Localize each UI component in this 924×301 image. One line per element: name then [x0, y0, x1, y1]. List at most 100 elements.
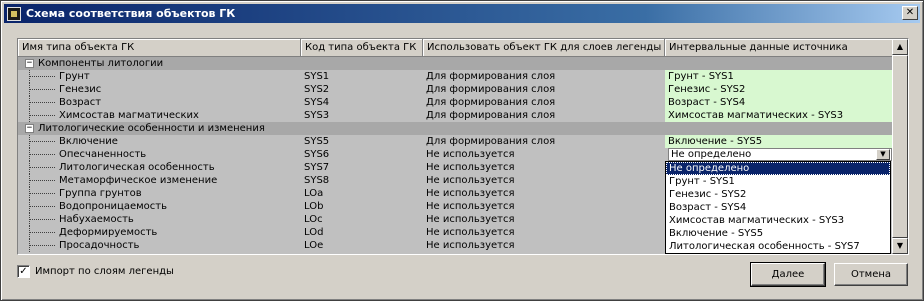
chevron-down-icon[interactable]: ▼: [876, 149, 890, 160]
table-row[interactable]: Опесчаненность SYS6 Не используется Не опре…: [18, 148, 893, 161]
title-bar[interactable]: Схема соответствия объектов ГК ✕: [4, 4, 920, 23]
object-type-name: Грунт: [59, 71, 90, 82]
name-cell: Деформируемость: [18, 226, 301, 239]
tree-branch: [29, 206, 55, 207]
tree-branch: [29, 141, 55, 142]
legend-usage-cell[interactable]: Для формирования слоя: [423, 135, 665, 148]
group-cell: − Компоненты литологии: [18, 57, 893, 70]
object-type-code: SYS8: [304, 175, 330, 186]
name-cell: Литологическая особенность: [18, 161, 301, 174]
legend-usage-cell[interactable]: Не используется: [423, 161, 665, 174]
vertical-scrollbar[interactable]: ▲ ▼: [892, 39, 908, 254]
legend-usage-cell[interactable]: Для формирования слоя: [423, 70, 665, 83]
object-type-code: LOc: [304, 214, 323, 225]
grid-header: Имя типа объекта ГК Код типа объекта ГК …: [18, 39, 893, 57]
column-header-name[interactable]: Имя типа объекта ГК: [18, 39, 301, 57]
scroll-down-button[interactable]: ▼: [892, 238, 908, 254]
source-data-cell[interactable]: Включение - SYS5: [665, 135, 893, 148]
source-data-cell[interactable]: Химсостав магматических - SYS3: [665, 109, 893, 122]
legend-usage-cell[interactable]: Для формирования слоя: [423, 109, 665, 122]
scroll-thumb[interactable]: [892, 55, 908, 238]
tree-branch: [29, 102, 55, 103]
column-header-source[interactable]: Интервальные данные источника: [665, 39, 893, 57]
name-cell: Возраст: [18, 96, 301, 109]
dialog-window: Схема соответствия объектов ГК ✕ Имя тип…: [0, 0, 924, 301]
name-cell: Просадочность: [18, 239, 301, 252]
object-type-code: SYS5: [304, 136, 330, 147]
legend-usage-cell[interactable]: Не используется: [423, 187, 665, 200]
legend-usage-cell[interactable]: Не используется: [423, 174, 665, 187]
cancel-button[interactable]: Отмена: [834, 263, 908, 286]
tree-branch: [29, 180, 55, 181]
source-data-cell[interactable]: Грунт - SYS1: [665, 70, 893, 83]
dropdown-option[interactable]: Литологическая особенность - SYS7: [666, 240, 890, 253]
name-cell: Группа грунтов: [18, 187, 301, 200]
name-cell: Набухаемость: [18, 213, 301, 226]
object-type-name: Просадочность: [59, 240, 140, 251]
legend-usage-cell[interactable]: Для формирования слоя: [423, 83, 665, 96]
dropdown-option[interactable]: Не определено: [666, 162, 890, 175]
close-icon: ✕: [905, 7, 915, 18]
legend-usage-cell[interactable]: Не используется: [423, 213, 665, 226]
object-type-code: LOb: [304, 201, 324, 212]
object-type-code: LOe: [304, 240, 324, 251]
source-dropdown-list[interactable]: Не определено Грунт - SYS1 Генезис - SYS2 В…: [665, 161, 891, 254]
name-cell: Химсостав магматических: [18, 109, 301, 122]
column-header-code[interactable]: Код типа объекта ГК: [301, 39, 423, 57]
object-type-name: Включение: [59, 136, 118, 147]
object-type-name: Генезис: [59, 84, 102, 95]
close-button[interactable]: ✕: [902, 6, 918, 20]
legend-usage-cell[interactable]: Не используется: [423, 148, 665, 161]
source-data-cell[interactable]: Не определено ▼: [665, 148, 893, 161]
table-row[interactable]: Включение SYS5 Для формирования слоя Включе…: [18, 135, 893, 148]
tree-branch: [29, 245, 55, 246]
legend-usage-cell[interactable]: Не используется: [423, 200, 665, 213]
scroll-down-icon: ▼: [896, 241, 904, 250]
group-label: Литологические особенности и изменения: [38, 123, 265, 134]
legend-usage-cell[interactable]: Не используется: [423, 226, 665, 239]
object-type-name: Группа грунтов: [59, 188, 142, 199]
dropdown-option[interactable]: Возраст - SYS4: [666, 201, 890, 214]
object-type-code: SYS3: [304, 110, 330, 121]
table-row[interactable]: Грунт SYS1 Для формирования слоя Грунт - SY…: [18, 70, 893, 83]
source-data-cell[interactable]: Возраст - SYS4: [665, 96, 893, 109]
dropdown-option[interactable]: Включение - SYS5: [666, 227, 890, 240]
object-type-code: SYS6: [304, 149, 330, 160]
checkbox-box[interactable]: ✓: [17, 265, 30, 278]
object-type-name: Деформируемость: [59, 227, 158, 238]
legend-usage-cell[interactable]: Не используется: [423, 239, 665, 252]
dropdown-option[interactable]: Химсостав магматических - SYS3: [666, 214, 890, 227]
source-combo-box[interactable]: Не определено ▼: [668, 148, 892, 161]
group-row[interactable]: − Литологические особенности и изменения: [18, 122, 893, 135]
object-type-name: Водопроницаемость: [59, 201, 168, 212]
name-cell: Грунт: [18, 70, 301, 83]
column-header-use[interactable]: Использовать объект ГК для слоев легенды: [423, 39, 665, 57]
name-cell: Водопроницаемость: [18, 200, 301, 213]
import-by-legend-checkbox[interactable]: ✓ Импорт по слоям легенды: [17, 265, 174, 278]
dropdown-option[interactable]: Грунт - SYS1: [666, 175, 890, 188]
group-cell: − Литологические особенности и изменения: [18, 122, 893, 135]
tree-branch: [29, 193, 55, 194]
legend-usage-cell[interactable]: Для формирования слоя: [423, 96, 665, 109]
table-row[interactable]: Химсостав магматических SYS3 Для формирова…: [18, 109, 893, 122]
tree-branch: [29, 89, 55, 90]
scroll-up-button[interactable]: ▲: [892, 39, 908, 55]
collapse-toggle-icon[interactable]: −: [25, 124, 34, 133]
table-row[interactable]: Генезис SYS2 Для формирования слоя Генезис …: [18, 83, 893, 96]
group-label: Компоненты литологии: [38, 58, 164, 69]
source-data-cell[interactable]: Генезис - SYS2: [665, 83, 893, 96]
table-row[interactable]: Возраст SYS4 Для формирования слоя Возраст …: [18, 96, 893, 109]
name-cell: Метаморфическое изменение: [18, 174, 301, 187]
dropdown-option[interactable]: Генезис - SYS2: [666, 188, 890, 201]
object-type-name: Литологическая особенность: [59, 162, 215, 173]
group-row[interactable]: − Компоненты литологии: [18, 57, 893, 70]
collapse-toggle-icon[interactable]: −: [25, 59, 34, 68]
next-button[interactable]: Далее: [750, 262, 826, 287]
object-type-code: SYS4: [304, 97, 330, 108]
name-cell: Генезис: [18, 83, 301, 96]
object-type-code: SYS2: [304, 84, 330, 95]
scroll-up-icon: ▲: [896, 42, 904, 51]
object-type-name: Опесчаненность: [59, 149, 147, 160]
name-cell: Включение: [18, 135, 301, 148]
tree-branch: [29, 115, 55, 116]
